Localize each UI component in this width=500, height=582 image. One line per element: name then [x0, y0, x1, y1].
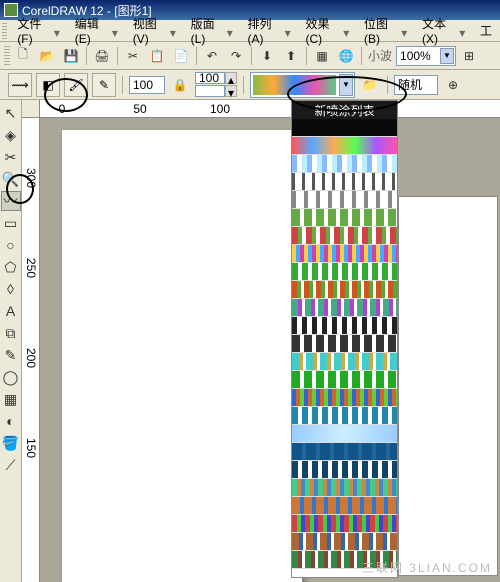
spray-item[interactable] — [292, 479, 397, 497]
eyedropper-tool[interactable]: ✎ — [1, 345, 21, 365]
app-launcher-button[interactable]: ▦ — [311, 45, 333, 67]
grip-icon — [2, 23, 7, 39]
grip-icon — [4, 46, 10, 66]
property-bar: ⟿ ◧ 🖌 ✎ 100 🔒 100▴ ▾ ▼ 📁 随机 ⊕ — [0, 70, 500, 100]
spraylist-preview — [253, 75, 336, 95]
ruler-origin[interactable] — [22, 100, 40, 118]
polygon-tool[interactable]: ⬠ — [1, 257, 21, 277]
spray-item[interactable] — [292, 173, 397, 191]
spray-item[interactable] — [292, 497, 397, 515]
smart-fill-tool[interactable]: 🪣 — [1, 433, 21, 453]
spraylist-dropdown: 新喷涂列表 — [291, 100, 398, 578]
spray-item[interactable] — [292, 137, 397, 155]
menu-arrange[interactable]: 排列(A)▾ — [241, 13, 299, 48]
spray-item[interactable] — [292, 353, 397, 371]
text-tool[interactable]: A — [1, 301, 21, 321]
spray-item[interactable] — [292, 407, 397, 425]
spray-item[interactable] — [292, 119, 397, 137]
cut-button[interactable]: ✂ — [122, 45, 144, 67]
spray-item[interactable] — [292, 299, 397, 317]
menu-text[interactable]: 文本(X)▾ — [416, 13, 474, 48]
size-input[interactable]: 100 — [129, 76, 165, 94]
drawing-page[interactable] — [62, 130, 302, 582]
spray-item[interactable] — [292, 371, 397, 389]
rectangle-tool[interactable]: ▭ — [1, 213, 21, 233]
zoom-tool[interactable]: 🔍 — [1, 169, 21, 189]
shape-tool[interactable]: ◈ — [1, 125, 21, 145]
spray-order-combo[interactable]: 随机 — [394, 75, 438, 95]
import-button[interactable]: ⬇ — [256, 45, 278, 67]
horizontal-ruler[interactable]: 0 50 100 — [40, 100, 500, 118]
spraylist-combo[interactable]: ▼ — [250, 72, 355, 98]
scale-x-input[interactable]: 100 — [195, 72, 225, 84]
menu-file[interactable]: 文件(F)▾ — [11, 13, 68, 48]
menu-bitmaps[interactable]: 位图(B)▾ — [358, 13, 416, 48]
sprayer-object-button[interactable]: ◧ — [36, 73, 60, 97]
spinner[interactable]: ▾ — [225, 85, 237, 97]
spray-item[interactable] — [292, 263, 397, 281]
menu-layout[interactable]: 版面(L)▾ — [185, 13, 242, 48]
new-button[interactable]: 🗋 — [12, 45, 34, 67]
redo-button[interactable]: ↷ — [225, 45, 247, 67]
spray-item[interactable] — [292, 281, 397, 299]
docker-panel[interactable] — [398, 196, 498, 576]
save-button[interactable]: 💾 — [60, 45, 82, 67]
zoom-combo[interactable]: 100% ▼ — [396, 46, 456, 66]
spray-item[interactable] — [292, 317, 397, 335]
basic-shapes-tool[interactable]: ◊ — [1, 279, 21, 299]
wavelet-label: 小波 — [368, 47, 392, 64]
toolbox: ↖ ◈ ✂ 🔍 〰 ▭ ○ ⬠ ◊ A ⧉ ✎ ◯ ▦ ◐ 🪣 ⟋ — [0, 100, 22, 582]
paste-button[interactable]: 📄 — [170, 45, 192, 67]
spinner[interactable]: ▴ — [225, 72, 237, 84]
artistic-media-tool[interactable]: 〰 — [1, 191, 21, 211]
menu-bar: 文件(F)▾ 编辑(E)▾ 视图(V)▾ 版面(L)▾ 排列(A)▾ 效果(C)… — [0, 20, 500, 42]
brush-button[interactable]: 🖌 — [64, 73, 88, 97]
spray-item[interactable] — [292, 425, 397, 443]
zoom-value: 100% — [400, 49, 431, 63]
snap-button[interactable]: ⊞ — [458, 45, 480, 67]
blend-tool[interactable]: ⧉ — [1, 323, 21, 343]
spray-item[interactable] — [292, 209, 397, 227]
dropdown-icon[interactable]: ▼ — [440, 48, 454, 64]
dropdown-icon[interactable]: ▼ — [339, 74, 353, 96]
watermark-text: 三联网 3LIAN.COM — [362, 559, 492, 576]
spray-item[interactable] — [292, 443, 397, 461]
menu-tools[interactable]: 工 — [474, 20, 498, 41]
spray-item[interactable] — [292, 245, 397, 263]
open-button[interactable]: 📂 — [36, 45, 58, 67]
undo-button[interactable]: ↶ — [201, 45, 223, 67]
vertical-ruler[interactable]: 300 250 200 150 — [22, 118, 40, 582]
spray-add-button[interactable]: ⊕ — [442, 74, 464, 96]
outline-tool[interactable]: ◯ — [1, 367, 21, 387]
menu-effects[interactable]: 效果(C)▾ — [299, 13, 358, 48]
browse-button[interactable]: 📁 — [359, 74, 381, 96]
spray-item[interactable] — [292, 389, 397, 407]
spray-item[interactable] — [292, 155, 397, 173]
spraylist-header[interactable]: 新喷涂列表 — [292, 101, 397, 119]
spray-item[interactable] — [292, 461, 397, 479]
menu-view[interactable]: 视图(V)▾ — [127, 13, 185, 48]
crop-tool[interactable]: ✂ — [1, 147, 21, 167]
fill-tool[interactable]: ▦ — [1, 389, 21, 409]
spray-item[interactable] — [292, 191, 397, 209]
web-button[interactable]: 🌐 — [335, 45, 357, 67]
ellipse-tool[interactable]: ○ — [1, 235, 21, 255]
menu-edit[interactable]: 编辑(E)▾ — [69, 13, 127, 48]
spray-item[interactable] — [292, 227, 397, 245]
spray-item[interactable] — [292, 335, 397, 353]
sprayer-preset-button[interactable]: ⟿ — [8, 73, 32, 97]
interactive-fill-tool[interactable]: ◐ — [1, 411, 21, 431]
print-button[interactable]: 🖨 — [91, 45, 113, 67]
calligraphy-button[interactable]: ✎ — [92, 73, 116, 97]
spray-item[interactable] — [292, 533, 397, 551]
scale-y-input[interactable] — [195, 85, 225, 97]
connector-tool[interactable]: ⟋ — [1, 455, 21, 475]
spray-item[interactable] — [292, 515, 397, 533]
export-button[interactable]: ⬆ — [280, 45, 302, 67]
copy-button[interactable]: 📋 — [146, 45, 168, 67]
lock-icon[interactable]: 🔒 — [169, 74, 191, 96]
pick-tool[interactable]: ↖ — [1, 103, 21, 123]
